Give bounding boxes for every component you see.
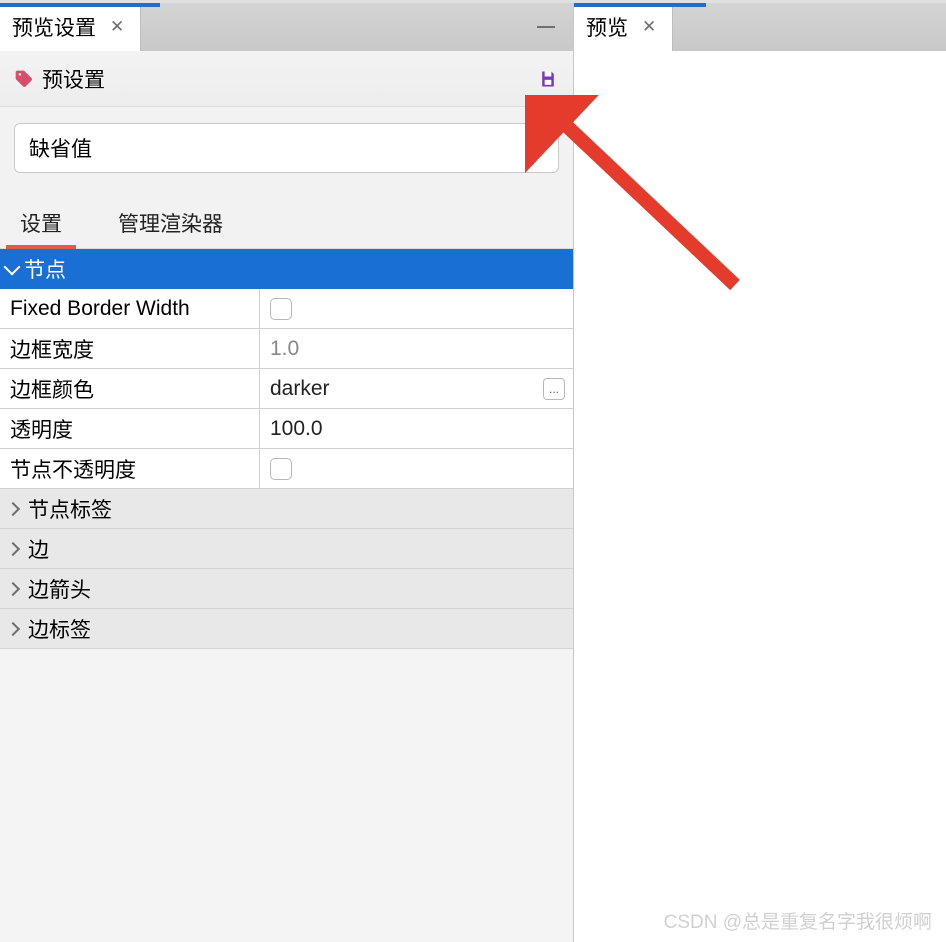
close-icon[interactable]: ✕ bbox=[106, 17, 128, 37]
sub-tab-bar: 设置 管理渲染器 bbox=[0, 197, 573, 249]
checkbox-node-opacity[interactable] bbox=[270, 458, 292, 480]
preset-select[interactable]: 缺省值 bbox=[14, 123, 559, 173]
subtab-settings[interactable]: 设置 bbox=[6, 197, 76, 248]
prop-row-border-width: 边框宽度 1.0 bbox=[0, 329, 573, 369]
prop-row-opacity: 透明度 100.0 bbox=[0, 409, 573, 449]
save-icon bbox=[538, 69, 558, 89]
tab-title: 预览 bbox=[586, 12, 628, 42]
tab-preview[interactable]: 预览 ✕ bbox=[574, 3, 673, 51]
group-edge-arrows[interactable]: 边箭头 bbox=[0, 569, 573, 609]
color-picker-button[interactable]: ... bbox=[543, 378, 565, 400]
prop-value-border-width[interactable]: 1.0 bbox=[260, 329, 573, 368]
save-button[interactable] bbox=[537, 68, 559, 90]
prop-label: Fixed Border Width bbox=[0, 289, 260, 328]
prop-value-border-color[interactable]: darker ... bbox=[260, 369, 573, 408]
property-table: Fixed Border Width 边框宽度 1.0 边框颜色 darker … bbox=[0, 289, 573, 489]
section-title: 节点 bbox=[24, 254, 66, 284]
subtab-renderers[interactable]: 管理渲染器 bbox=[104, 197, 237, 248]
close-icon[interactable]: ✕ bbox=[638, 17, 660, 37]
chevron-right-icon bbox=[6, 621, 20, 635]
watermark: CSDN @总是重复名字我很烦啊 bbox=[664, 907, 932, 934]
preset-dropdown-area: 缺省值 bbox=[0, 107, 573, 197]
preview-canvas bbox=[574, 51, 946, 942]
group-label: 节点标签 bbox=[28, 494, 112, 524]
preset-toolbar: 预设置 bbox=[0, 51, 573, 107]
group-label: 边箭头 bbox=[28, 574, 91, 604]
group-label: 边标签 bbox=[28, 614, 91, 644]
preset-selected-value: 缺省值 bbox=[29, 133, 92, 163]
preview-settings-panel: 预览设置 ✕ 预设置 缺省值 bbox=[0, 3, 574, 942]
border-color-text: darker bbox=[270, 377, 330, 401]
preset-label: 预设置 bbox=[42, 64, 105, 94]
group-edge-labels[interactable]: 边标签 bbox=[0, 609, 573, 649]
prop-label: 边框颜色 bbox=[0, 369, 260, 408]
group-edges[interactable]: 边 bbox=[0, 529, 573, 569]
chevron-down-icon bbox=[4, 259, 21, 276]
section-header-nodes[interactable]: 节点 bbox=[0, 249, 573, 289]
group-label: 边 bbox=[28, 534, 49, 564]
tab-title: 预览设置 bbox=[12, 12, 96, 42]
checkbox-fixed-border-width[interactable] bbox=[270, 298, 292, 320]
empty-area bbox=[0, 649, 573, 942]
subtab-settings-label: 设置 bbox=[20, 208, 62, 238]
chevron-right-icon bbox=[6, 501, 20, 515]
chevron-down-icon bbox=[527, 135, 547, 155]
prop-row-node-opacity: 节点不透明度 bbox=[0, 449, 573, 489]
tab-preview-settings[interactable]: 预览设置 ✕ bbox=[0, 3, 141, 51]
chevron-right-icon bbox=[6, 581, 20, 595]
chevron-right-icon bbox=[6, 541, 20, 555]
left-tab-bar: 预览设置 ✕ bbox=[0, 3, 573, 51]
preview-panel: 预览 ✕ bbox=[574, 3, 946, 942]
right-tab-bar: 预览 ✕ bbox=[574, 3, 946, 51]
prop-row-fixed-border-width: Fixed Border Width bbox=[0, 289, 573, 329]
prop-label: 节点不透明度 bbox=[0, 449, 260, 488]
group-node-labels[interactable]: 节点标签 bbox=[0, 489, 573, 529]
prop-label: 透明度 bbox=[0, 409, 260, 448]
prop-value-opacity[interactable]: 100.0 bbox=[260, 409, 573, 448]
prop-label: 边框宽度 bbox=[0, 329, 260, 368]
subtab-renderers-label: 管理渲染器 bbox=[118, 208, 223, 238]
minimize-button[interactable] bbox=[533, 14, 559, 40]
tag-icon bbox=[14, 69, 34, 89]
prop-row-border-color: 边框颜色 darker ... bbox=[0, 369, 573, 409]
